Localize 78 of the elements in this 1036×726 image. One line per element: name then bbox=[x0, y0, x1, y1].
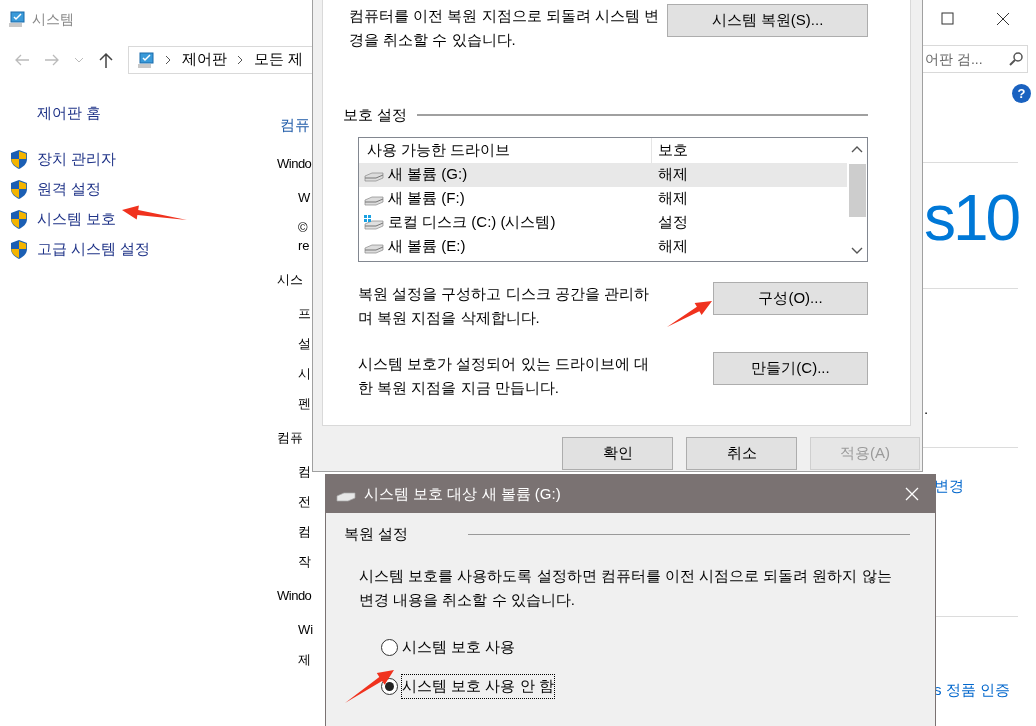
drive-name: 새 볼륨 (E:) bbox=[388, 236, 466, 257]
radio-label[interactable]: 시스템 보호 사용 bbox=[402, 636, 516, 659]
radio-button[interactable] bbox=[381, 639, 398, 656]
sidebar-link[interactable]: 제어판 홈 bbox=[37, 102, 279, 125]
sidebar-link[interactable]: 시스템 보호 bbox=[37, 208, 117, 231]
section-heading: Windo bbox=[277, 588, 312, 603]
info-text: . bbox=[924, 399, 929, 419]
breadcrumb[interactable]: 제어판 bbox=[182, 49, 227, 71]
info-text: 제 bbox=[298, 652, 311, 667]
computer-icon bbox=[8, 10, 26, 28]
shield-icon bbox=[9, 179, 29, 200]
chevron-right-icon bbox=[165, 55, 172, 65]
drive-list[interactable]: 사용 가능한 드라이브 보호 새 볼륨 (G:) 해제 새 볼륨 (F:) 해제 로컬 디스크 (C:) (시스템) 설정 새 볼륨 (E:) 해제 bbox=[358, 136, 868, 262]
system-restore-button[interactable]: 시스템 복원(S)... bbox=[667, 4, 868, 37]
sidebar-link[interactable]: 원격 설정 bbox=[37, 178, 102, 201]
chevron-right-icon bbox=[237, 55, 244, 65]
section-heading: Windo bbox=[277, 156, 312, 171]
protection-status: 해제 bbox=[658, 237, 688, 255]
description-text: 시스템 보호가 설정되어 있는 드라이브에 대한 복원 지점을 지금 만듭니다. bbox=[358, 353, 650, 398]
windows-logo-text: s10 bbox=[924, 186, 1019, 250]
column-header[interactable]: 사용 가능한 드라이브 bbox=[367, 138, 511, 162]
protection-status: 설정 bbox=[658, 213, 688, 231]
sidebar-link[interactable]: 장치 관리자 bbox=[37, 148, 117, 171]
info-text: 프 bbox=[298, 306, 311, 321]
sidebar-link[interactable]: 고급 시스템 설정 bbox=[37, 238, 151, 261]
create-button[interactable]: 만들기(C)... bbox=[713, 351, 868, 385]
pointer-arrow bbox=[667, 301, 712, 327]
pointer-arrow bbox=[122, 205, 187, 220]
computer-icon bbox=[137, 51, 155, 69]
info-text: Wi bbox=[298, 622, 314, 637]
column-header[interactable]: 보호 bbox=[658, 140, 688, 158]
protection-status: 해제 bbox=[658, 165, 688, 183]
shield-icon bbox=[9, 239, 29, 260]
configure-button[interactable]: 구성(O)... bbox=[713, 281, 868, 315]
help-icon[interactable]: ? bbox=[1012, 84, 1031, 103]
breadcrumb[interactable]: 모든 제 bbox=[254, 49, 304, 71]
info-text: 컴 bbox=[298, 524, 311, 539]
drive-name: 새 볼륨 (F:) bbox=[388, 188, 465, 209]
info-text: W bbox=[298, 190, 311, 205]
drive-name: 로컬 디스크 (C:) (시스템) bbox=[388, 212, 556, 233]
info-text: 전 bbox=[298, 494, 311, 509]
shield-icon bbox=[9, 209, 29, 230]
shield-icon bbox=[9, 149, 29, 170]
section-heading: 컴퓨 bbox=[277, 430, 302, 445]
description-text: 복원 설정을 구성하고 디스크 공간을 관리하며 복원 지점을 삭제합니다. bbox=[358, 283, 650, 328]
window-title: 시스템 bbox=[32, 9, 74, 29]
radio-label[interactable]: 시스템 보호 사용 안 함 bbox=[402, 675, 554, 698]
scroll-up-icon[interactable] bbox=[851, 145, 863, 154]
list-row[interactable]: 새 볼륨 (F:) 해제 bbox=[359, 186, 847, 211]
info-text: 펜 bbox=[298, 396, 311, 411]
info-text: © bbox=[298, 220, 308, 235]
change-settings-link[interactable]: 변경 bbox=[934, 475, 964, 498]
info-text: 작 bbox=[298, 554, 311, 569]
info-text: 설 bbox=[298, 336, 311, 351]
cancel-button[interactable]: 취소 bbox=[686, 437, 797, 470]
protection-status: 해제 bbox=[658, 189, 688, 207]
list-row[interactable]: 새 볼륨 (G:) 해제 bbox=[359, 162, 847, 187]
pointer-arrow bbox=[345, 670, 394, 703]
up-icon[interactable] bbox=[98, 51, 114, 69]
group-label: 보호 설정 bbox=[343, 105, 408, 125]
info-text: 컴 bbox=[298, 464, 311, 479]
list-row[interactable]: 로컬 디스크 (C:) (시스템) 설정 bbox=[359, 210, 847, 235]
ok-button[interactable]: 확인 bbox=[562, 437, 673, 470]
system-drive-icon bbox=[364, 215, 384, 230]
dialog-title: 시스템 보호 대상 새 볼륨 (G:) bbox=[364, 483, 561, 504]
group-label: 복원 설정 bbox=[344, 524, 409, 544]
drive-name: 새 볼륨 (G:) bbox=[388, 164, 468, 185]
scroll-thumb[interactable] bbox=[848, 163, 866, 217]
page-heading: 컴퓨 bbox=[280, 116, 310, 133]
info-text: re bbox=[298, 238, 310, 253]
list-row[interactable]: 새 볼륨 (E:) 해제 bbox=[359, 234, 847, 259]
info-text: 시 bbox=[298, 366, 311, 381]
section-heading: 시스 bbox=[277, 272, 302, 287]
search-icon[interactable] bbox=[1009, 52, 1023, 66]
maximize-icon[interactable] bbox=[941, 12, 954, 25]
description-text: 시스템 보호를 사용하도록 설정하면 컴퓨터를 이전 시점으로 되돌려 원하지 않는 변경 내용을 취소할 수 있습니다. bbox=[359, 565, 893, 610]
close-icon[interactable] bbox=[996, 12, 1010, 26]
scroll-down-icon[interactable] bbox=[851, 246, 863, 255]
